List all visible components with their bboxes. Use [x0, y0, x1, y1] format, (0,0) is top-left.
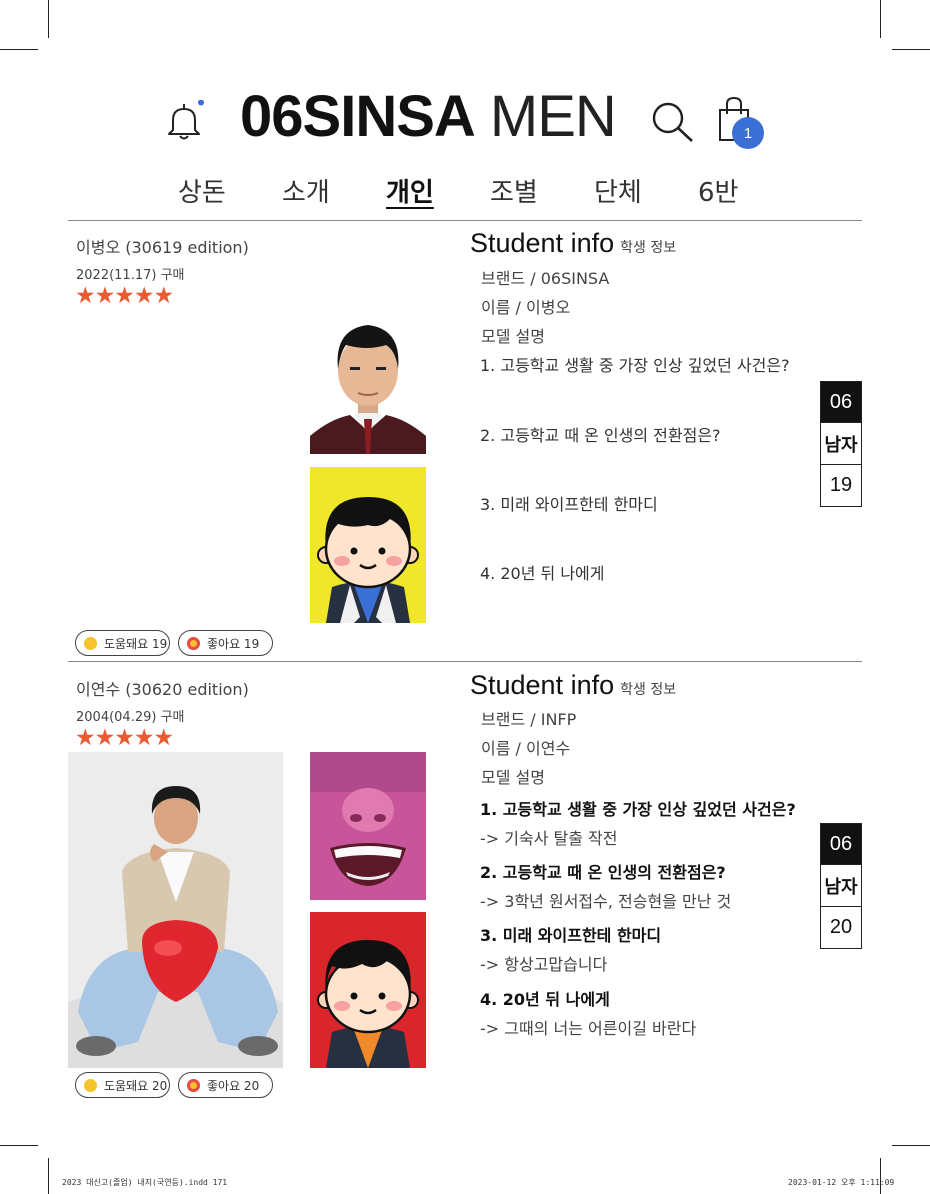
- nav-item-sangdon[interactable]: 상돈: [178, 172, 226, 209]
- question-1: 1. 고등학교 생활 중 가장 인상 깊었던 사건은?: [480, 356, 790, 375]
- purchase-date: 2022(11.17) 구매: [76, 268, 185, 283]
- grin-emoji-icon: [84, 1078, 97, 1092]
- student-edition-name: 이연수 (30620 edition): [76, 680, 249, 699]
- info-subtitle: 학생 정보: [620, 682, 677, 698]
- tab-number: 20: [820, 907, 862, 949]
- like-label: 좋아요 20: [207, 1078, 260, 1093]
- info-subtitle: 학생 정보: [620, 240, 677, 256]
- star-rating: ★★★★★: [75, 725, 174, 751]
- print-slug-left: 2023 대신고(졸업) 내지(국연등).indd 171: [62, 1178, 228, 1187]
- brand-line: 브랜드 / 06SINSA: [481, 269, 610, 288]
- side-index-tab: 06 남자 20: [820, 823, 862, 949]
- tab-gender: 남자: [820, 865, 862, 907]
- helpful-button[interactable]: 도움돼요 19: [75, 630, 170, 656]
- info-title: Student info: [470, 670, 615, 700]
- question-4: 4. 20년 뒤 나에게: [480, 564, 605, 583]
- answer-2: -> 3학년 원서접수, 전승현을 만난 것: [480, 892, 732, 911]
- crop-mark: [48, 0, 49, 38]
- question-2: 2. 고등학교 때 온 인생의 전환점은?: [480, 426, 721, 445]
- student-info-heading: Student info 학생 정보: [470, 670, 676, 701]
- crop-mark: [892, 1145, 930, 1146]
- helpful-button[interactable]: 도움돼요 20: [75, 1072, 170, 1098]
- tab-class: 06: [820, 823, 862, 865]
- id-photo: [310, 311, 426, 454]
- question-3: 3. 미래 와이프한테 한마디: [480, 495, 658, 514]
- closeup-photo: [310, 752, 426, 900]
- purchase-date: 2004(04.29) 구매: [76, 710, 185, 725]
- question-3: 3. 미래 와이프한테 한마디: [480, 926, 662, 945]
- answer-3: -> 항상고맙습니다: [480, 955, 608, 974]
- heart-eyes-emoji-icon: [187, 636, 200, 650]
- star-rating: ★★★★★: [75, 283, 174, 309]
- brand-title: 06SINSA MEN: [240, 83, 617, 150]
- tab-number: 19: [820, 465, 862, 507]
- bell-icon[interactable]: [164, 100, 204, 142]
- model-desc-line: 모델 설명: [481, 327, 545, 346]
- cart-count-badge: 1: [732, 117, 764, 149]
- student-card: 이연수 (30620 edition) 2004(04.29) 구매 ★★★★★: [0, 663, 930, 1103]
- brand-line: 브랜드 / INFP: [481, 710, 577, 729]
- name-line: 이름 / 이병오: [481, 298, 571, 317]
- name-line: 이름 / 이연수: [481, 739, 571, 758]
- nav-item-group[interactable]: 조별: [490, 172, 538, 209]
- helpful-label: 도움돼요 20: [104, 1078, 168, 1093]
- crop-mark: [880, 0, 881, 38]
- question-2: 2. 고등학교 때 온 인생의 전환점은?: [480, 863, 726, 882]
- divider: [68, 661, 862, 662]
- crop-mark: [880, 1158, 881, 1194]
- crop-mark: [892, 49, 930, 50]
- top-nav: 상돈 소개 개인 조별 단체 6반: [0, 172, 930, 212]
- full-body-photo: [68, 752, 283, 1068]
- tab-class: 06: [820, 381, 862, 423]
- info-title: Student info: [470, 228, 615, 258]
- answer-1: -> 기숙사 탈출 작전: [480, 829, 618, 848]
- heart-eyes-emoji-icon: [187, 1078, 200, 1092]
- nav-item-team[interactable]: 단체: [594, 172, 642, 209]
- cartoon-avatar: [310, 912, 426, 1068]
- question-1: 1. 고등학교 생활 중 가장 인상 깊었던 사건은?: [480, 800, 796, 819]
- side-index-tab: 06 남자 19: [820, 381, 862, 507]
- cartoon-avatar: [310, 467, 426, 623]
- answer-4: -> 그때의 너는 어른이길 바란다: [480, 1019, 697, 1038]
- crop-mark: [0, 1145, 38, 1146]
- grin-emoji-icon: [84, 636, 97, 650]
- brand-title-bold: 06SINSA: [240, 84, 476, 149]
- search-icon[interactable]: [650, 100, 696, 144]
- nav-item-intro[interactable]: 소개: [282, 172, 330, 209]
- crop-mark: [0, 49, 38, 50]
- like-button[interactable]: 좋아요 20: [178, 1072, 273, 1098]
- helpful-label: 도움돼요 19: [104, 636, 168, 651]
- question-4: 4. 20년 뒤 나에게: [480, 990, 610, 1009]
- nav-item-class6[interactable]: 6반: [698, 172, 738, 209]
- student-card: 이병오 (30619 edition) 2022(11.17) 구매 ★★★★★: [0, 221, 930, 661]
- like-button[interactable]: 좋아요 19: [178, 630, 273, 656]
- nav-item-personal[interactable]: 개인: [386, 172, 434, 209]
- tab-gender: 남자: [820, 423, 862, 465]
- print-slug-right: 2023-01-12 오후 1:11:09: [788, 1178, 895, 1187]
- student-edition-name: 이병오 (30619 edition): [76, 238, 249, 257]
- student-info-heading: Student info 학생 정보: [470, 228, 676, 259]
- model-desc-line: 모델 설명: [481, 768, 545, 787]
- like-label: 좋아요 19: [207, 636, 260, 651]
- brand-title-light: MEN: [489, 84, 617, 149]
- crop-mark: [48, 1158, 49, 1194]
